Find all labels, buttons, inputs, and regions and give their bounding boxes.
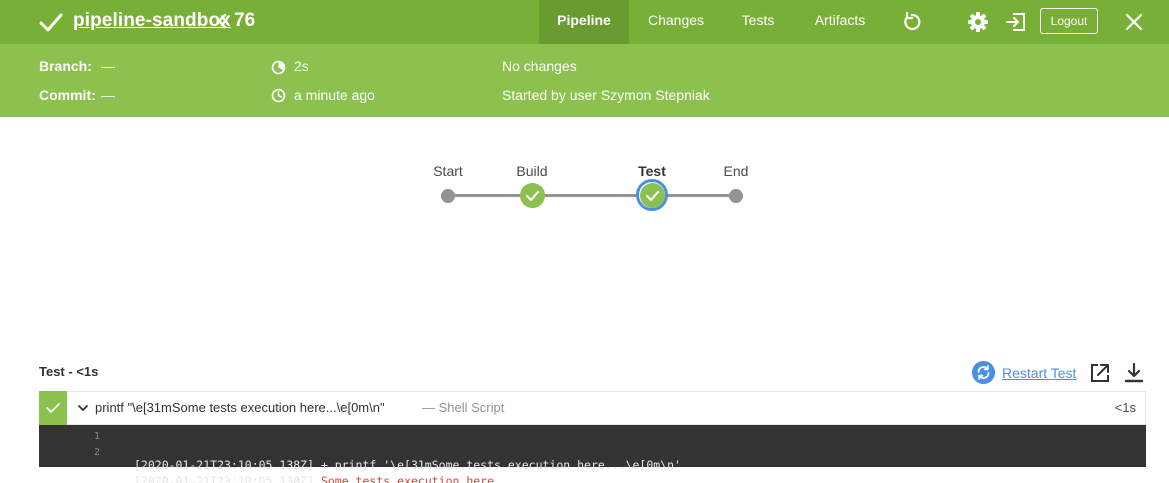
open-external-icon[interactable] (1089, 362, 1111, 384)
pipeline-name-link[interactable]: pipeline-sandbox (73, 10, 231, 32)
console-log: 1 [2020-01-21T23:10:05.138Z] + printf '\… (39, 425, 1146, 483)
run-summary: Branch: — Commit: — 2s a minute ago No c… (0, 44, 1169, 117)
step-row[interactable]: printf "\e[31mSome tests execution here.… (39, 391, 1146, 425)
tab-pipeline[interactable]: Pipeline (539, 0, 629, 44)
clock-icon (271, 88, 286, 103)
step-kind: — Shell Script (422, 400, 505, 415)
log-line-content: [2020-01-21T23:10:05.138Z] Some tests ex… (134, 474, 515, 483)
stage-node-build[interactable] (520, 183, 545, 208)
started-by-text: Started by user Szymon Stepniak (502, 87, 710, 103)
restart-stage-label[interactable]: Restart Test (1002, 365, 1076, 381)
tab-changes[interactable]: Changes (629, 0, 723, 44)
commit-value: — (101, 87, 115, 103)
chevron-down-icon[interactable] (77, 402, 89, 414)
stage-label-end: End (723, 163, 749, 179)
log-timestamp: [2020-01-21T23:10:05.138Z] (134, 474, 315, 483)
run-number: 76 (234, 10, 256, 31)
duration-icon (271, 60, 286, 75)
restart-stage-button[interactable]: Restart Test (972, 361, 1076, 384)
tab-tests[interactable]: Tests (723, 0, 793, 44)
step-duration: <1s (1114, 400, 1136, 415)
stage-node-start (441, 189, 455, 203)
changes-text: No changes (502, 58, 577, 74)
logout-button[interactable]: Logout (1040, 8, 1098, 34)
refresh-icon (972, 361, 995, 384)
tab-bar: Pipeline Changes Tests Artifacts (539, 0, 887, 44)
log-line-number: 2 (93, 447, 100, 458)
log-text-error: Some tests execution here... (314, 474, 515, 483)
log-line: 2 [2020-01-21T23:10:05.138Z] Some tests … (39, 446, 1146, 483)
top-header: pipeline-sandbox 76 Pipeline Changes Tes… (0, 0, 1169, 44)
sign-in-icon[interactable] (1005, 11, 1027, 33)
check-icon (39, 13, 63, 32)
stage-label-start: Start (433, 163, 463, 179)
replay-icon[interactable] (901, 11, 923, 33)
step-panel-title: Test - <1s (39, 364, 99, 379)
log-line: 1 [2020-01-21T23:10:05.138Z] + printf '\… (39, 430, 1146, 472)
started-ago: a minute ago (294, 87, 375, 103)
tab-artifacts[interactable]: Artifacts (793, 0, 887, 44)
duration-value: 2s (294, 58, 309, 74)
stage-label-test[interactable]: Test (638, 163, 666, 179)
close-icon[interactable] (1123, 11, 1145, 33)
step-command: printf "\e[31mSome tests execution here.… (95, 400, 385, 415)
branch-value: — (101, 58, 115, 74)
graph-connector (448, 194, 736, 197)
check-icon (46, 403, 60, 413)
step-status-success (39, 391, 67, 425)
stage-label-build[interactable]: Build (516, 163, 547, 179)
branch-label: Branch: (39, 58, 92, 74)
commit-label: Commit: (39, 87, 96, 103)
pipeline-graph: Start Build Test End (420, 155, 780, 225)
log-line-number: 1 (93, 431, 100, 442)
stage-node-end (729, 189, 743, 203)
stage-node-test-selected[interactable] (636, 179, 668, 211)
chevron-left-icon (217, 13, 227, 29)
gear-icon[interactable] (967, 11, 989, 33)
download-icon[interactable] (1123, 362, 1145, 384)
check-icon (639, 182, 665, 208)
